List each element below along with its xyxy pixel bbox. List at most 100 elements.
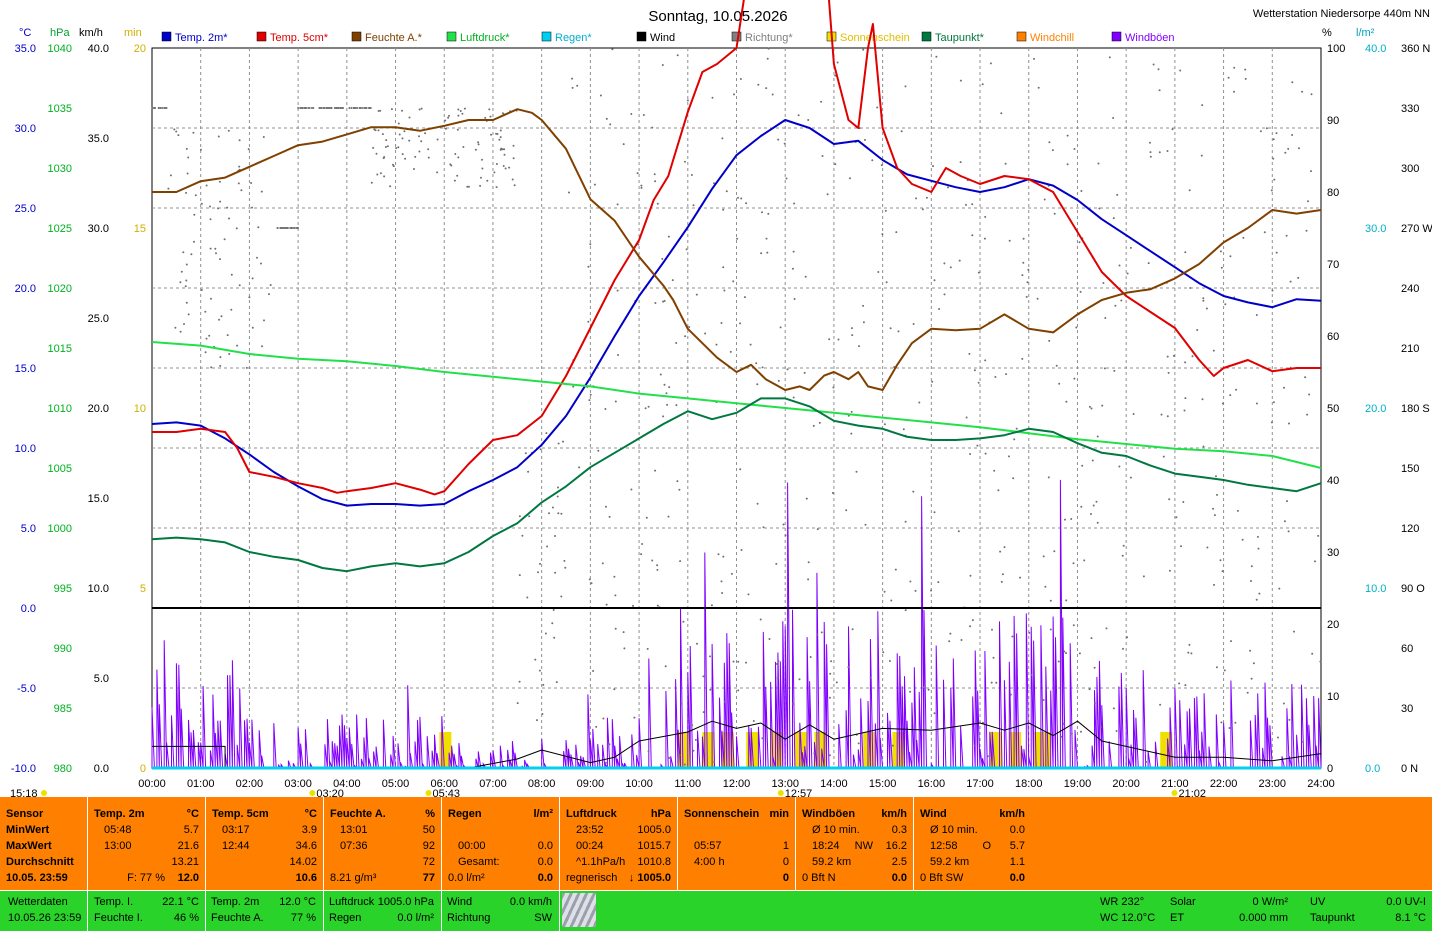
direction-dot: [761, 211, 763, 214]
direction-dot: [965, 203, 967, 206]
direction-dot: [536, 719, 538, 722]
direction-dot: [546, 545, 549, 548]
tick-deg: 270 W: [1401, 223, 1432, 235]
direction-dot: [420, 107, 423, 110]
direction-dot: [260, 190, 263, 193]
direction-dot: [690, 174, 693, 176]
direction-dot: [1272, 401, 1275, 404]
direction-dot: [849, 177, 851, 180]
tick-deg: 0 N: [1401, 763, 1418, 775]
panel-column-sensor: Sensor MinWert MaxWert Durchschnitt 10.05. 2…: [0, 797, 88, 890]
panel-value: 5.7: [183, 824, 199, 836]
direction-dot: [209, 218, 212, 221]
tick-x: 18:00: [1015, 778, 1043, 790]
panel-row-text: 10.05. 23:59: [6, 872, 68, 884]
direction-dot: [1090, 637, 1093, 640]
panel-value-row: 05:48 5.7: [88, 822, 205, 838]
panel-value: 77: [422, 872, 435, 884]
direction-dot: [339, 107, 342, 109]
direction-dot: [616, 203, 619, 206]
direction-dot: [1202, 297, 1205, 300]
panel-value-row: 10.6: [206, 870, 323, 886]
direction-dot: [1166, 415, 1169, 418]
direction-dot: [1172, 354, 1175, 357]
direction-dot: [1255, 598, 1258, 601]
direction-dot: [335, 107, 337, 109]
direction-dot: [969, 574, 972, 577]
direction-dot: [684, 335, 687, 338]
panel-header-label: Feuchte A.: [330, 808, 386, 820]
direction-dot: [456, 128, 459, 131]
direction-dot: [590, 582, 593, 585]
direction-dot: [1213, 514, 1216, 517]
direction-dot: [1063, 650, 1066, 653]
direction-dot: [927, 688, 930, 691]
direction-dot: [373, 128, 376, 131]
direction-dot: [709, 655, 711, 658]
direction-dot: [835, 681, 838, 684]
direction-dot: [352, 107, 355, 109]
direction-dot: [361, 107, 364, 109]
direction-dot: [503, 153, 506, 156]
direction-dot: [756, 383, 759, 386]
direction-dot: [777, 379, 780, 382]
direction-dot: [1112, 217, 1115, 220]
direction-dot: [477, 141, 480, 144]
direction-dot: [776, 663, 778, 665]
direction-dot: [1293, 630, 1295, 633]
direction-dot: [1065, 599, 1068, 602]
direction-dot: [984, 452, 987, 455]
wc-value: WC 12.0°C: [1100, 912, 1156, 924]
tick-x: 02:00: [236, 778, 264, 790]
direction-dot: [1025, 295, 1028, 298]
tick-x: 12:00: [723, 778, 751, 790]
direction-dot: [218, 180, 221, 183]
direction-dot: [1298, 147, 1300, 150]
direction-dot: [418, 150, 421, 153]
direction-dot: [177, 134, 180, 137]
tick-kmh: 0.0: [94, 763, 109, 775]
direction-dot: [829, 672, 832, 675]
direction-dot: [257, 226, 260, 229]
direction-dot: [759, 618, 762, 621]
direction-dot: [493, 171, 496, 174]
direction-dot: [1028, 631, 1031, 634]
direction-dot: [1287, 530, 1290, 533]
direction-dot: [1022, 261, 1025, 264]
panel-row-label: Durchschnitt: [0, 854, 87, 870]
direction-dot: [642, 114, 645, 116]
direction-dot: [187, 313, 190, 316]
direction-dot: [1004, 162, 1007, 165]
panel-value: 0: [782, 856, 789, 868]
direction-dot: [609, 123, 612, 126]
tick-x: 10:00: [625, 778, 653, 790]
direction-dot: [737, 196, 739, 199]
direction-dot: [395, 147, 398, 150]
direction-dot: [209, 247, 212, 250]
direction-dot: [1094, 702, 1096, 705]
panel-value: 0.0: [537, 872, 553, 884]
tick-hpa: 980: [54, 763, 72, 775]
direction-dot: [283, 227, 286, 229]
direction-dot: [521, 534, 524, 537]
direction-dot: [184, 285, 187, 288]
direction-dot: [688, 326, 691, 328]
direction-dot: [837, 338, 840, 341]
direction-dot: [608, 515, 611, 518]
tick-temp: -10.0: [11, 763, 36, 775]
tick-min: 10: [134, 403, 146, 415]
direction-dot: [633, 716, 636, 719]
direction-dot: [737, 660, 740, 663]
direction-dot: [1291, 81, 1294, 84]
panel-value-row: 0 Bft SW 0.0: [914, 870, 1031, 886]
panel-time: 23:52: [576, 824, 604, 836]
direction-dot: [743, 296, 746, 299]
direction-dot: [462, 146, 465, 148]
direction-dot: [692, 204, 695, 207]
direction-dot: [263, 319, 265, 322]
panel-row-text: Durchschnitt: [6, 856, 74, 868]
wind-current: Wind 0.0 km/h: [447, 894, 552, 910]
direction-dot: [484, 116, 487, 119]
direction-dot: [864, 138, 866, 141]
direction-dot: [1073, 377, 1076, 380]
